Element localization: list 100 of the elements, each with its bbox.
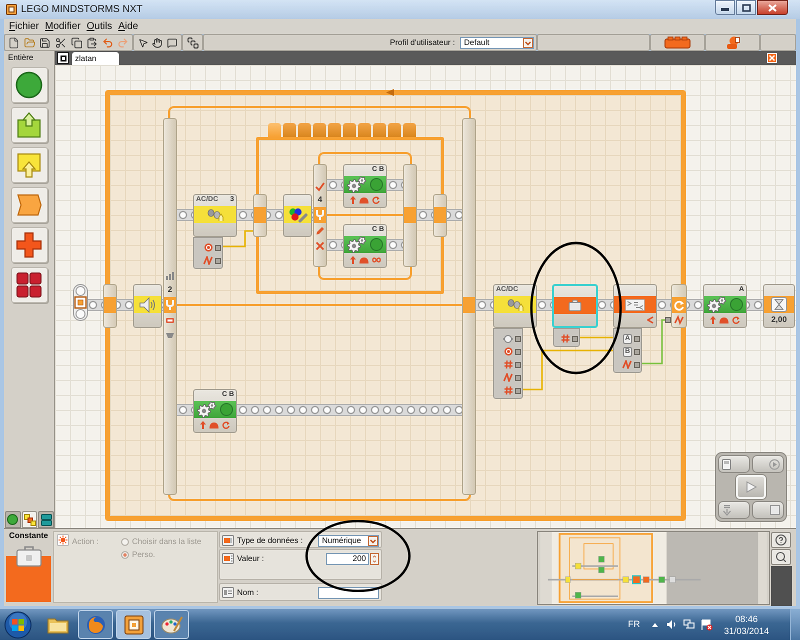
- paste-icon[interactable]: [86, 36, 98, 48]
- gears-icon: [197, 401, 217, 418]
- palette-tile[interactable]: [10, 147, 48, 183]
- frame-end-block: [253, 194, 267, 237]
- menu-item[interactable]: Modifier: [42, 20, 84, 32]
- frame-end-block: [103, 284, 117, 328]
- save-icon[interactable]: [39, 36, 51, 48]
- disc-icon: [220, 403, 233, 416]
- grid-icon: [15, 271, 43, 299]
- hourglass-icon: [771, 297, 787, 312]
- nxt-window-button[interactable]: [718, 455, 750, 473]
- comment-icon[interactable]: [166, 36, 177, 48]
- cut-icon[interactable]: [54, 36, 66, 48]
- start-button[interactable]: [4, 610, 32, 638]
- brick-button[interactable]: [650, 34, 705, 51]
- color-switch-block[interactable]: [283, 194, 312, 237]
- palette-tab[interactable]: [5, 511, 21, 528]
- field-label: Valeur :: [237, 553, 264, 564]
- palette-tile[interactable]: [10, 187, 48, 223]
- maximize-button[interactable]: [736, 0, 756, 15]
- fork-icon: [315, 209, 325, 221]
- figure-button[interactable]: [705, 34, 760, 51]
- palette-icon: [160, 614, 182, 634]
- network-icon[interactable]: [682, 619, 695, 630]
- sound-switch-block[interactable]: [133, 284, 162, 328]
- palette-tab[interactable]: [38, 511, 54, 528]
- program-menu-button[interactable]: [57, 52, 69, 64]
- speaker-icon[interactable]: [666, 619, 677, 630]
- hash-icon: [504, 386, 513, 395]
- window-title: LEGO MINDSTORMS NXT: [21, 4, 142, 16]
- microphone-icon: [506, 298, 524, 312]
- copy-icon[interactable]: [70, 36, 82, 48]
- stack-icon: [40, 514, 52, 526]
- upload-icon: [15, 111, 43, 139]
- clock-button[interactable]: 08:46 31/03/2014: [720, 612, 772, 636]
- palette-title: Entière: [7, 52, 34, 64]
- language-indicator[interactable]: FR: [628, 619, 640, 630]
- disc-icon: [370, 178, 383, 191]
- menu-item[interactable]: Outils: [84, 20, 116, 32]
- hand-icon[interactable]: [152, 36, 163, 48]
- menu-item[interactable]: Aide: [115, 20, 142, 32]
- palette-tile[interactable]: [10, 227, 48, 263]
- stop-button[interactable]: [752, 501, 784, 519]
- help-button[interactable]: [771, 532, 791, 548]
- zoom-button[interactable]: [771, 549, 791, 565]
- maximize-icon: [742, 4, 750, 12]
- field-label: Type de données :: [237, 535, 303, 546]
- constant-block[interactable]: [552, 284, 598, 328]
- close-button[interactable]: [757, 0, 788, 15]
- menu-item[interactable]: Fichier: [6, 20, 42, 32]
- target-icon: [204, 243, 213, 252]
- less-than-icon: [647, 316, 654, 324]
- palette-tile[interactable]: [10, 107, 48, 143]
- port-label: 4: [316, 194, 324, 205]
- up-arrow-icon[interactable]: [652, 622, 658, 626]
- run-selected-button[interactable]: [752, 455, 784, 473]
- close-tab-button[interactable]: [767, 53, 777, 63]
- minimize-button[interactable]: [715, 0, 735, 15]
- taskbar-button[interactable]: [116, 610, 151, 639]
- new-file-icon[interactable]: [8, 36, 20, 48]
- wait-value: 2,00: [771, 315, 787, 325]
- palette-tile[interactable]: [10, 67, 48, 103]
- disc-icon: [370, 238, 383, 251]
- program-tab[interactable]: zlatan: [72, 52, 119, 65]
- port-label: 2: [166, 284, 174, 295]
- signal-icon: [622, 360, 632, 369]
- plus-icon: [15, 231, 43, 259]
- palette-tile[interactable]: [10, 267, 48, 303]
- wait-block[interactable]: 2,00: [763, 284, 795, 328]
- taskbar-button[interactable]: [78, 610, 113, 639]
- spinner-button[interactable]: [370, 553, 379, 565]
- download-button[interactable]: [718, 501, 750, 519]
- profile-select[interactable]: Default: [460, 36, 534, 48]
- briefcase-icon: [567, 298, 583, 312]
- dome-icon: [358, 256, 368, 264]
- upload-icon: [15, 151, 43, 179]
- gears-icon: [347, 176, 367, 193]
- value-input[interactable]: 200: [326, 553, 369, 565]
- data-wire: [223, 230, 253, 248]
- compare-block[interactable]: [613, 284, 657, 328]
- dropdown-icon: [368, 536, 378, 546]
- pointer-icon[interactable]: [138, 36, 148, 48]
- run-button[interactable]: [736, 475, 766, 499]
- target-icon: [504, 347, 513, 356]
- stack-icon[interactable]: [186, 36, 198, 48]
- folder-icon: [46, 616, 68, 634]
- dropdown-icon: [523, 38, 533, 48]
- data-wire: [580, 336, 613, 338]
- dome-icon: [359, 196, 369, 204]
- hash-icon: [561, 334, 570, 343]
- globe-icon: [86, 614, 106, 634]
- data-wire: [642, 319, 665, 364]
- bars-icon: [165, 271, 175, 281]
- hash-icon: [504, 360, 513, 369]
- flag-icon[interactable]: [700, 618, 713, 630]
- data-type-select[interactable]: Numérique: [318, 535, 379, 547]
- dome-icon: [719, 316, 729, 324]
- palette-tab[interactable]: [22, 511, 38, 528]
- show-desktop-button[interactable]: [790, 609, 800, 640]
- data-type-icon: [222, 535, 234, 546]
